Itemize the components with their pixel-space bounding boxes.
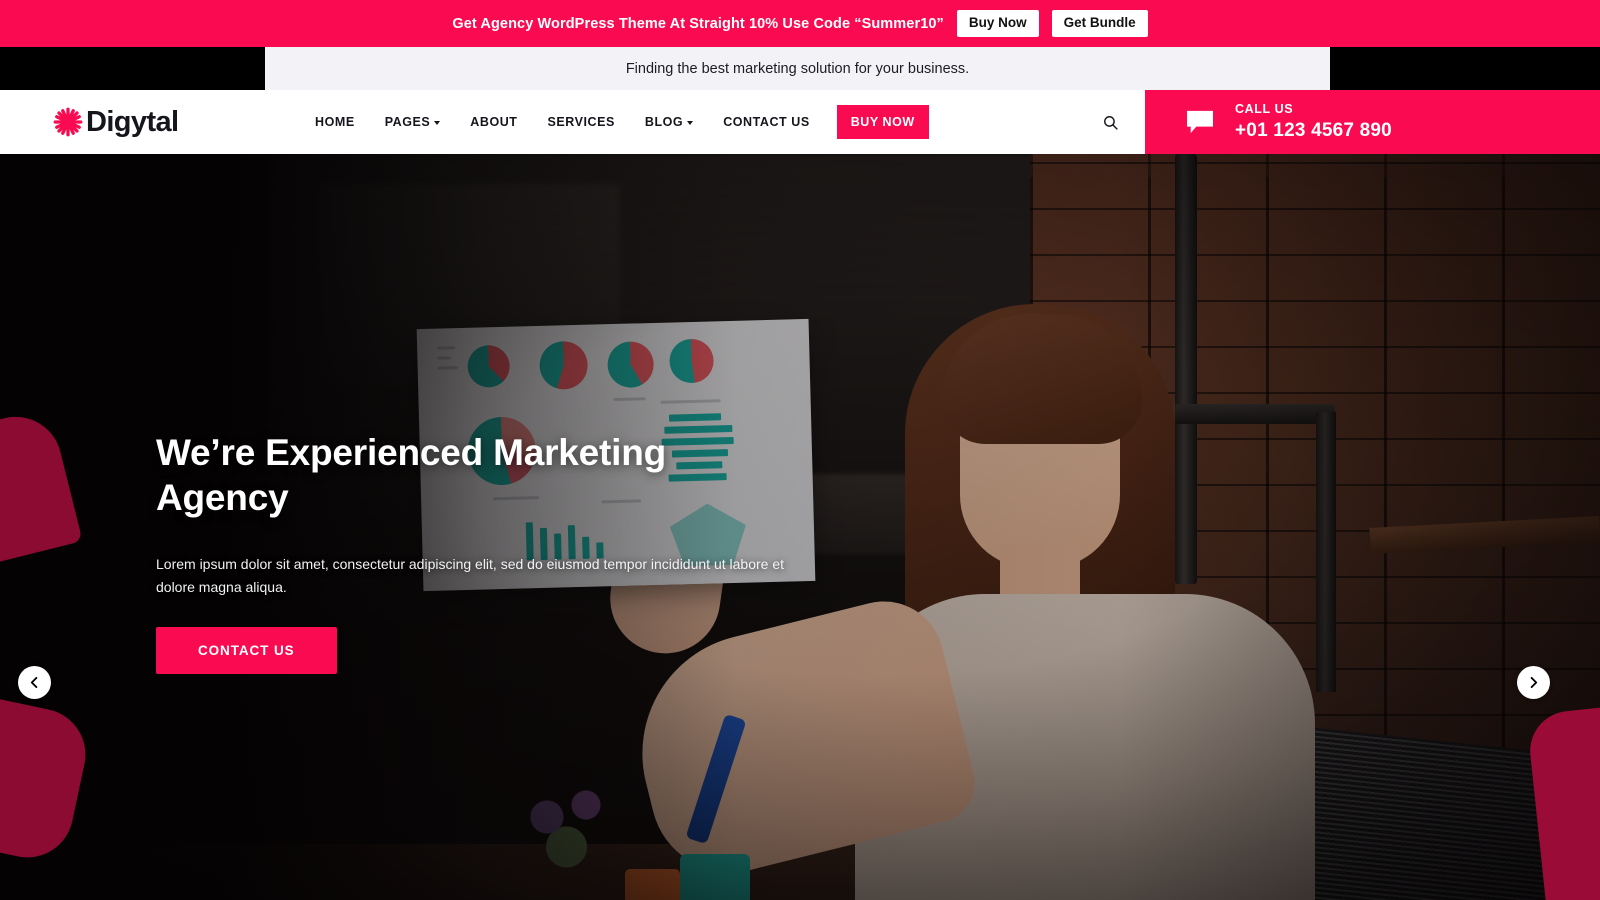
slider-prev-button[interactable] bbox=[18, 666, 51, 699]
asterisk-starburst-icon bbox=[53, 107, 83, 137]
nav-label: ABOUT bbox=[470, 115, 518, 129]
nav-item-services[interactable]: SERVICES bbox=[533, 115, 630, 129]
nav-item-home[interactable]: HOME bbox=[300, 115, 370, 129]
nav-item-blog[interactable]: BLOG bbox=[630, 115, 708, 129]
nav-item-contact-us[interactable]: CONTACT US bbox=[708, 115, 825, 129]
call-us-number: +01 123 4567 890 bbox=[1235, 120, 1392, 141]
nav-label: SERVICES bbox=[547, 115, 615, 129]
chevron-down-icon bbox=[434, 121, 441, 125]
hero-content: We’re Experienced Marketing Agency Lorem… bbox=[156, 430, 916, 675]
call-us-panel[interactable]: CALL US +01 123 4567 890 bbox=[1145, 90, 1600, 154]
search-button[interactable] bbox=[1083, 90, 1137, 154]
hero-title: We’re Experienced Marketing Agency bbox=[156, 432, 667, 519]
chat-bubble-icon bbox=[1187, 110, 1213, 134]
call-us-text: CALL US +01 123 4567 890 bbox=[1235, 102, 1392, 142]
hero-subtitle: Lorem ipsum dolor sit amet, consectetur … bbox=[156, 556, 784, 595]
nav-label: PAGES bbox=[384, 115, 431, 129]
search-magnifier-icon bbox=[1103, 115, 1118, 130]
brand-name: Digytal bbox=[86, 105, 179, 138]
promo-get-bundle-button[interactable]: Get Bundle bbox=[1051, 10, 1148, 37]
site-header: Digytal HOME PAGES ABOUT SERVICES BLOG C… bbox=[0, 90, 1600, 154]
promo-buy-now-button[interactable]: Buy Now bbox=[956, 10, 1039, 37]
chevron-left-icon bbox=[30, 676, 38, 689]
tagline-bar: Finding the best marketing solution for … bbox=[265, 47, 1330, 90]
promo-message: Get Agency WordPress Theme At Straight 1… bbox=[452, 15, 944, 32]
nav-label: HOME bbox=[315, 115, 355, 129]
chevron-right-icon bbox=[1530, 676, 1538, 689]
nav-label: CONTACT US bbox=[723, 115, 810, 129]
chevron-down-icon bbox=[687, 121, 694, 125]
header-buy-now-button[interactable]: BUY NOW bbox=[836, 105, 929, 139]
hero-slider: We’re Experienced Marketing Agency Lorem… bbox=[0, 154, 1600, 900]
promo-bar: Get Agency WordPress Theme At Straight 1… bbox=[0, 0, 1600, 47]
tagline-text: Finding the best marketing solution for … bbox=[625, 60, 970, 77]
call-us-label: CALL US bbox=[1235, 102, 1294, 116]
brand-logo[interactable]: Digytal bbox=[0, 90, 300, 154]
landing-page: Get Agency WordPress Theme At Straight 1… bbox=[0, 0, 1600, 900]
hero-contact-us-button[interactable]: CONTACT US bbox=[156, 627, 337, 675]
slider-next-button[interactable] bbox=[1517, 666, 1550, 699]
nav-item-about[interactable]: ABOUT bbox=[455, 115, 532, 129]
nav-item-pages[interactable]: PAGES bbox=[370, 115, 456, 129]
nav-label: BLOG bbox=[644, 115, 684, 129]
main-navigation: HOME PAGES ABOUT SERVICES BLOG CONTACT U… bbox=[300, 90, 1083, 154]
